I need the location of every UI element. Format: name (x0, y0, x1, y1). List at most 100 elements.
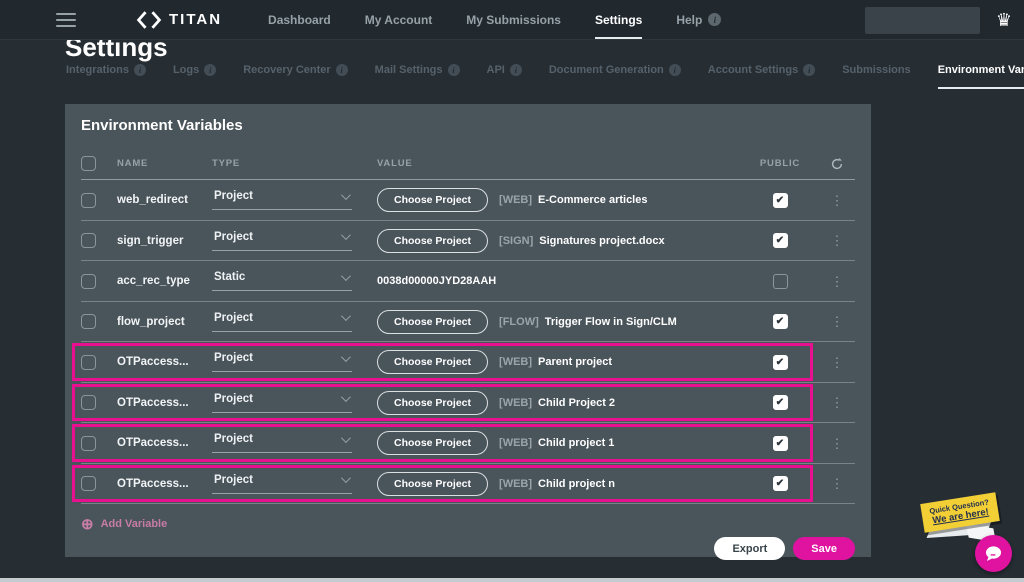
type-select-value: Project (214, 231, 253, 243)
chevron-down-icon (341, 230, 351, 240)
nav-item-label: Help (676, 13, 702, 27)
table-body: web_redirect Project Choose Project [WEB… (81, 180, 855, 504)
type-select-value: Project (214, 312, 253, 324)
row-select-checkbox[interactable] (81, 436, 96, 451)
nav-item-label: My Account (365, 13, 433, 27)
kebab-menu-icon[interactable]: ⋮ (831, 194, 844, 207)
tab-label: API (487, 64, 505, 76)
tab-document-generation[interactable]: Document Generationi (549, 64, 681, 89)
type-select[interactable]: Project (212, 312, 352, 332)
tab-mail-settings[interactable]: Mail Settingsi (375, 64, 460, 89)
variable-name: acc_rec_type (117, 275, 212, 287)
header-public: PUBLIC (741, 158, 819, 169)
row-select-checkbox[interactable] (81, 355, 96, 370)
value-text: 0038d00000JYD28AAH (377, 275, 496, 287)
type-select[interactable]: Project (212, 433, 352, 453)
tab-integrations[interactable]: Integrationsi (66, 64, 146, 89)
row-select-checkbox[interactable] (81, 476, 96, 491)
type-select-value: Project (214, 190, 253, 202)
chat-bubble-icon (984, 545, 1003, 562)
public-checkbox[interactable]: ✔ (773, 436, 788, 451)
public-checkbox[interactable]: ✔ (773, 314, 788, 329)
table-row: OTPaccess... Project Choose Project [WEB… (81, 423, 855, 464)
brand-logo[interactable]: TITAN (136, 10, 222, 30)
kebab-menu-icon[interactable]: ⋮ (831, 396, 844, 409)
bottom-strip (0, 578, 1024, 582)
info-badge-icon: i (448, 64, 460, 76)
type-select[interactable]: Project (212, 231, 352, 251)
kebab-menu-icon[interactable]: ⋮ (831, 356, 844, 369)
row-select-checkbox[interactable] (81, 395, 96, 410)
type-select[interactable]: Project (212, 474, 352, 494)
kebab-menu-icon[interactable]: ⋮ (831, 234, 844, 247)
select-all-checkbox[interactable] (81, 156, 96, 171)
tab-account-settings[interactable]: Account Settingsi (708, 64, 815, 89)
tab-environment-variables[interactable]: Environment Variables (938, 64, 1024, 89)
chat-bubble-button[interactable] (975, 535, 1012, 572)
table-row: flow_project Project Choose Project [FLO… (81, 302, 855, 343)
type-select-value: Project (214, 352, 253, 364)
type-select-value: Project (214, 433, 253, 445)
public-checkbox[interactable]: ✔ (773, 193, 788, 208)
kebab-menu-icon[interactable]: ⋮ (831, 275, 844, 288)
row-select-checkbox[interactable] (81, 233, 96, 248)
value-tag: [SIGN] (499, 235, 533, 247)
value-tag: [WEB] (499, 397, 532, 409)
value-tag: [WEB] (499, 194, 532, 206)
export-button[interactable]: Export (714, 537, 785, 560)
kebab-menu-icon[interactable]: ⋮ (831, 315, 844, 328)
kebab-menu-icon[interactable]: ⋮ (831, 477, 844, 490)
value-tag: [WEB] (499, 356, 532, 368)
variable-name: sign_trigger (117, 235, 212, 247)
value-text: Child Project 2 (538, 397, 615, 409)
choose-project-button[interactable]: Choose Project (377, 431, 488, 455)
choose-project-button[interactable]: Choose Project (377, 188, 488, 212)
type-select[interactable]: Project (212, 190, 352, 210)
value-text: Child project 1 (538, 437, 614, 449)
type-select-value: Static (214, 271, 245, 283)
value-text: E-Commerce articles (538, 194, 647, 206)
search-input[interactable] (865, 7, 980, 34)
tab-submissions[interactable]: Submissions (842, 64, 910, 89)
tab-label: Environment Variables (938, 64, 1024, 76)
header-value: VALUE (377, 158, 741, 169)
save-button[interactable]: Save (793, 537, 855, 560)
row-select-checkbox[interactable] (81, 314, 96, 329)
choose-project-button[interactable]: Choose Project (377, 229, 488, 253)
row-select-checkbox[interactable] (81, 193, 96, 208)
hamburger-menu-icon[interactable] (56, 9, 76, 31)
type-select[interactable]: Project (212, 352, 352, 372)
public-checkbox[interactable]: ✔ (773, 274, 788, 289)
choose-project-button[interactable]: Choose Project (377, 472, 488, 496)
value-tag: [WEB] (499, 437, 532, 449)
public-checkbox[interactable]: ✔ (773, 395, 788, 410)
type-select[interactable]: Project (212, 393, 352, 413)
nav-item-my-submissions[interactable]: My Submissions (466, 0, 561, 39)
tab-recovery-center[interactable]: Recovery Centeri (243, 64, 347, 89)
variable-name: OTPaccess... (117, 437, 212, 449)
tab-label: Integrations (66, 64, 129, 76)
choose-project-button[interactable]: Choose Project (377, 350, 488, 374)
refresh-icon[interactable] (830, 157, 844, 171)
brand-name: TITAN (169, 11, 222, 28)
public-checkbox[interactable]: ✔ (773, 233, 788, 248)
nav-item-dashboard[interactable]: Dashboard (268, 0, 331, 39)
value-tag: [WEB] (499, 478, 532, 490)
add-variable-button[interactable]: ⊕ Add Variable (81, 513, 167, 535)
nav-item-help[interactable]: Helpi (676, 0, 721, 39)
row-select-checkbox[interactable] (81, 274, 96, 289)
nav-item-my-account[interactable]: My Account (365, 0, 433, 39)
public-checkbox[interactable]: ✔ (773, 355, 788, 370)
nav-item-settings[interactable]: Settings (595, 0, 642, 39)
variable-name: OTPaccess... (117, 397, 212, 409)
public-checkbox[interactable]: ✔ (773, 476, 788, 491)
choose-project-button[interactable]: Choose Project (377, 310, 488, 334)
nav-item-label: Dashboard (268, 13, 331, 27)
chevron-down-icon (341, 311, 351, 321)
choose-project-button[interactable]: Choose Project (377, 391, 488, 415)
kebab-menu-icon[interactable]: ⋮ (831, 437, 844, 450)
crown-icon[interactable]: ♛ (996, 7, 1012, 33)
tab-api[interactable]: APIi (487, 64, 522, 89)
tab-logs[interactable]: Logsi (173, 64, 216, 89)
type-select[interactable]: Static (212, 271, 352, 291)
